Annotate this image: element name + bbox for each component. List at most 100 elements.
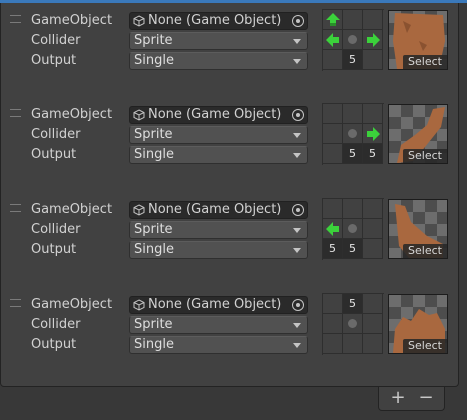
center-dot-icon (348, 224, 357, 233)
center-dot-icon (348, 35, 357, 44)
drag-handle-icon[interactable] (10, 204, 21, 212)
neighbor-rule-grid: 5 (322, 293, 384, 355)
grid-cell[interactable] (363, 219, 383, 239)
grid-cell[interactable] (363, 10, 383, 30)
object-picker-icon[interactable] (292, 204, 304, 216)
grid-cell[interactable] (323, 124, 343, 144)
grid-cell[interactable] (323, 334, 343, 354)
grid-cell[interactable]: 5 (343, 239, 363, 259)
arrow-left-icon (326, 222, 339, 236)
drag-handle-icon[interactable] (10, 15, 21, 23)
grid-cell-value: 5 (349, 242, 356, 255)
output-dropdown[interactable]: Single (129, 336, 308, 354)
drag-handle-icon[interactable] (10, 109, 21, 117)
grid-cell[interactable] (323, 294, 343, 314)
gameobject-field[interactable]: None (Game Object) (129, 296, 308, 314)
grid-cell[interactable] (323, 144, 343, 164)
sprite-preview[interactable]: Select (388, 294, 448, 354)
select-sprite-button[interactable]: Select (403, 244, 447, 258)
grid-cell[interactable] (363, 30, 383, 50)
collider-dropdown[interactable]: Sprite (129, 126, 308, 144)
grid-cell-center[interactable] (343, 314, 363, 334)
collider-label: Collider (31, 317, 81, 332)
output-label: Output (31, 147, 77, 162)
gameobject-field[interactable]: None (Game Object) (129, 106, 308, 124)
rule-entry: GameObject Collider Output None (Game Ob… (1, 291, 460, 363)
collider-dropdown[interactable]: Sprite (129, 32, 308, 50)
sprite-preview[interactable]: Select (388, 10, 448, 70)
collider-value: Sprite (134, 317, 173, 332)
collider-value: Sprite (134, 33, 173, 48)
add-button[interactable]: + (385, 387, 411, 409)
collider-dropdown[interactable]: Sprite (129, 316, 308, 334)
grid-cell[interactable] (323, 50, 343, 70)
grid-cell-value: 5 (349, 297, 356, 310)
cube-icon (133, 109, 145, 121)
grid-cell[interactable]: 5 (323, 239, 343, 259)
grid-cell[interactable] (323, 104, 343, 124)
output-value: Single (134, 242, 174, 257)
grid-cell[interactable] (363, 124, 383, 144)
object-picker-icon[interactable] (292, 299, 304, 311)
gameobject-value: None (Game Object) (148, 107, 282, 122)
grid-cell[interactable] (343, 10, 363, 30)
grid-cell[interactable] (363, 334, 383, 354)
gameobject-field[interactable]: None (Game Object) (129, 201, 308, 219)
output-dropdown[interactable]: Single (129, 52, 308, 70)
output-label: Output (31, 337, 77, 352)
select-sprite-button[interactable]: Select (403, 339, 447, 353)
rule-entry: GameObject Collider Output None (Game Ob… (1, 7, 460, 79)
neighbor-rule-grid: 5 (322, 9, 384, 71)
grid-cell[interactable] (363, 314, 383, 334)
grid-cell[interactable] (323, 10, 343, 30)
chevron-down-icon (293, 323, 301, 328)
output-dropdown[interactable]: Single (129, 241, 308, 259)
grid-cell[interactable]: 5 (343, 144, 363, 164)
object-picker-icon[interactable] (292, 109, 304, 121)
grid-cell[interactable] (363, 294, 383, 314)
grid-cell[interactable] (363, 239, 383, 259)
remove-button[interactable]: − (413, 387, 439, 409)
gameobject-label: GameObject (31, 13, 113, 28)
chevron-down-icon (293, 133, 301, 138)
grid-cell[interactable]: 5 (363, 144, 383, 164)
grid-cell[interactable]: 5 (343, 294, 363, 314)
drag-handle-icon[interactable] (10, 299, 21, 307)
grid-cell-center[interactable] (343, 124, 363, 144)
grid-cell[interactable] (323, 219, 343, 239)
gameobject-label: GameObject (31, 202, 113, 217)
chevron-down-icon (293, 228, 301, 233)
grid-cell[interactable] (323, 30, 343, 50)
object-picker-icon[interactable] (292, 15, 304, 27)
grid-cell[interactable] (363, 104, 383, 124)
cube-icon (133, 299, 145, 311)
grid-cell-value: 5 (329, 242, 336, 255)
sprite-preview[interactable]: Select (388, 199, 448, 259)
output-dropdown[interactable]: Single (129, 146, 308, 164)
gameobject-value: None (Game Object) (148, 297, 282, 312)
grid-cell[interactable] (363, 199, 383, 219)
grid-cell-value: 5 (349, 147, 356, 160)
grid-cell[interactable] (323, 199, 343, 219)
grid-cell[interactable]: 5 (343, 50, 363, 70)
grid-cell[interactable] (343, 199, 363, 219)
gameobject-field[interactable]: None (Game Object) (129, 12, 308, 30)
select-sprite-button[interactable]: Select (403, 55, 447, 69)
grid-cell-center[interactable] (343, 30, 363, 50)
grid-cell-center[interactable] (343, 219, 363, 239)
arrow-right-icon (367, 33, 380, 47)
sprite-preview[interactable]: Select (388, 104, 448, 164)
center-dot-icon (348, 319, 357, 328)
grid-cell[interactable] (323, 314, 343, 334)
grid-cell[interactable] (343, 334, 363, 354)
grid-cell-value: 5 (369, 147, 376, 160)
collider-label: Collider (31, 33, 81, 48)
grid-cell[interactable] (343, 104, 363, 124)
grid-cell[interactable] (363, 50, 383, 70)
rule-entry: GameObject Collider Output None (Game Ob… (1, 196, 460, 268)
collider-label: Collider (31, 127, 81, 142)
rule-entry: GameObject Collider Output None (Game Ob… (1, 101, 460, 173)
select-sprite-button[interactable]: Select (403, 149, 447, 163)
neighbor-rule-grid: 55 (322, 198, 384, 260)
collider-dropdown[interactable]: Sprite (129, 221, 308, 239)
